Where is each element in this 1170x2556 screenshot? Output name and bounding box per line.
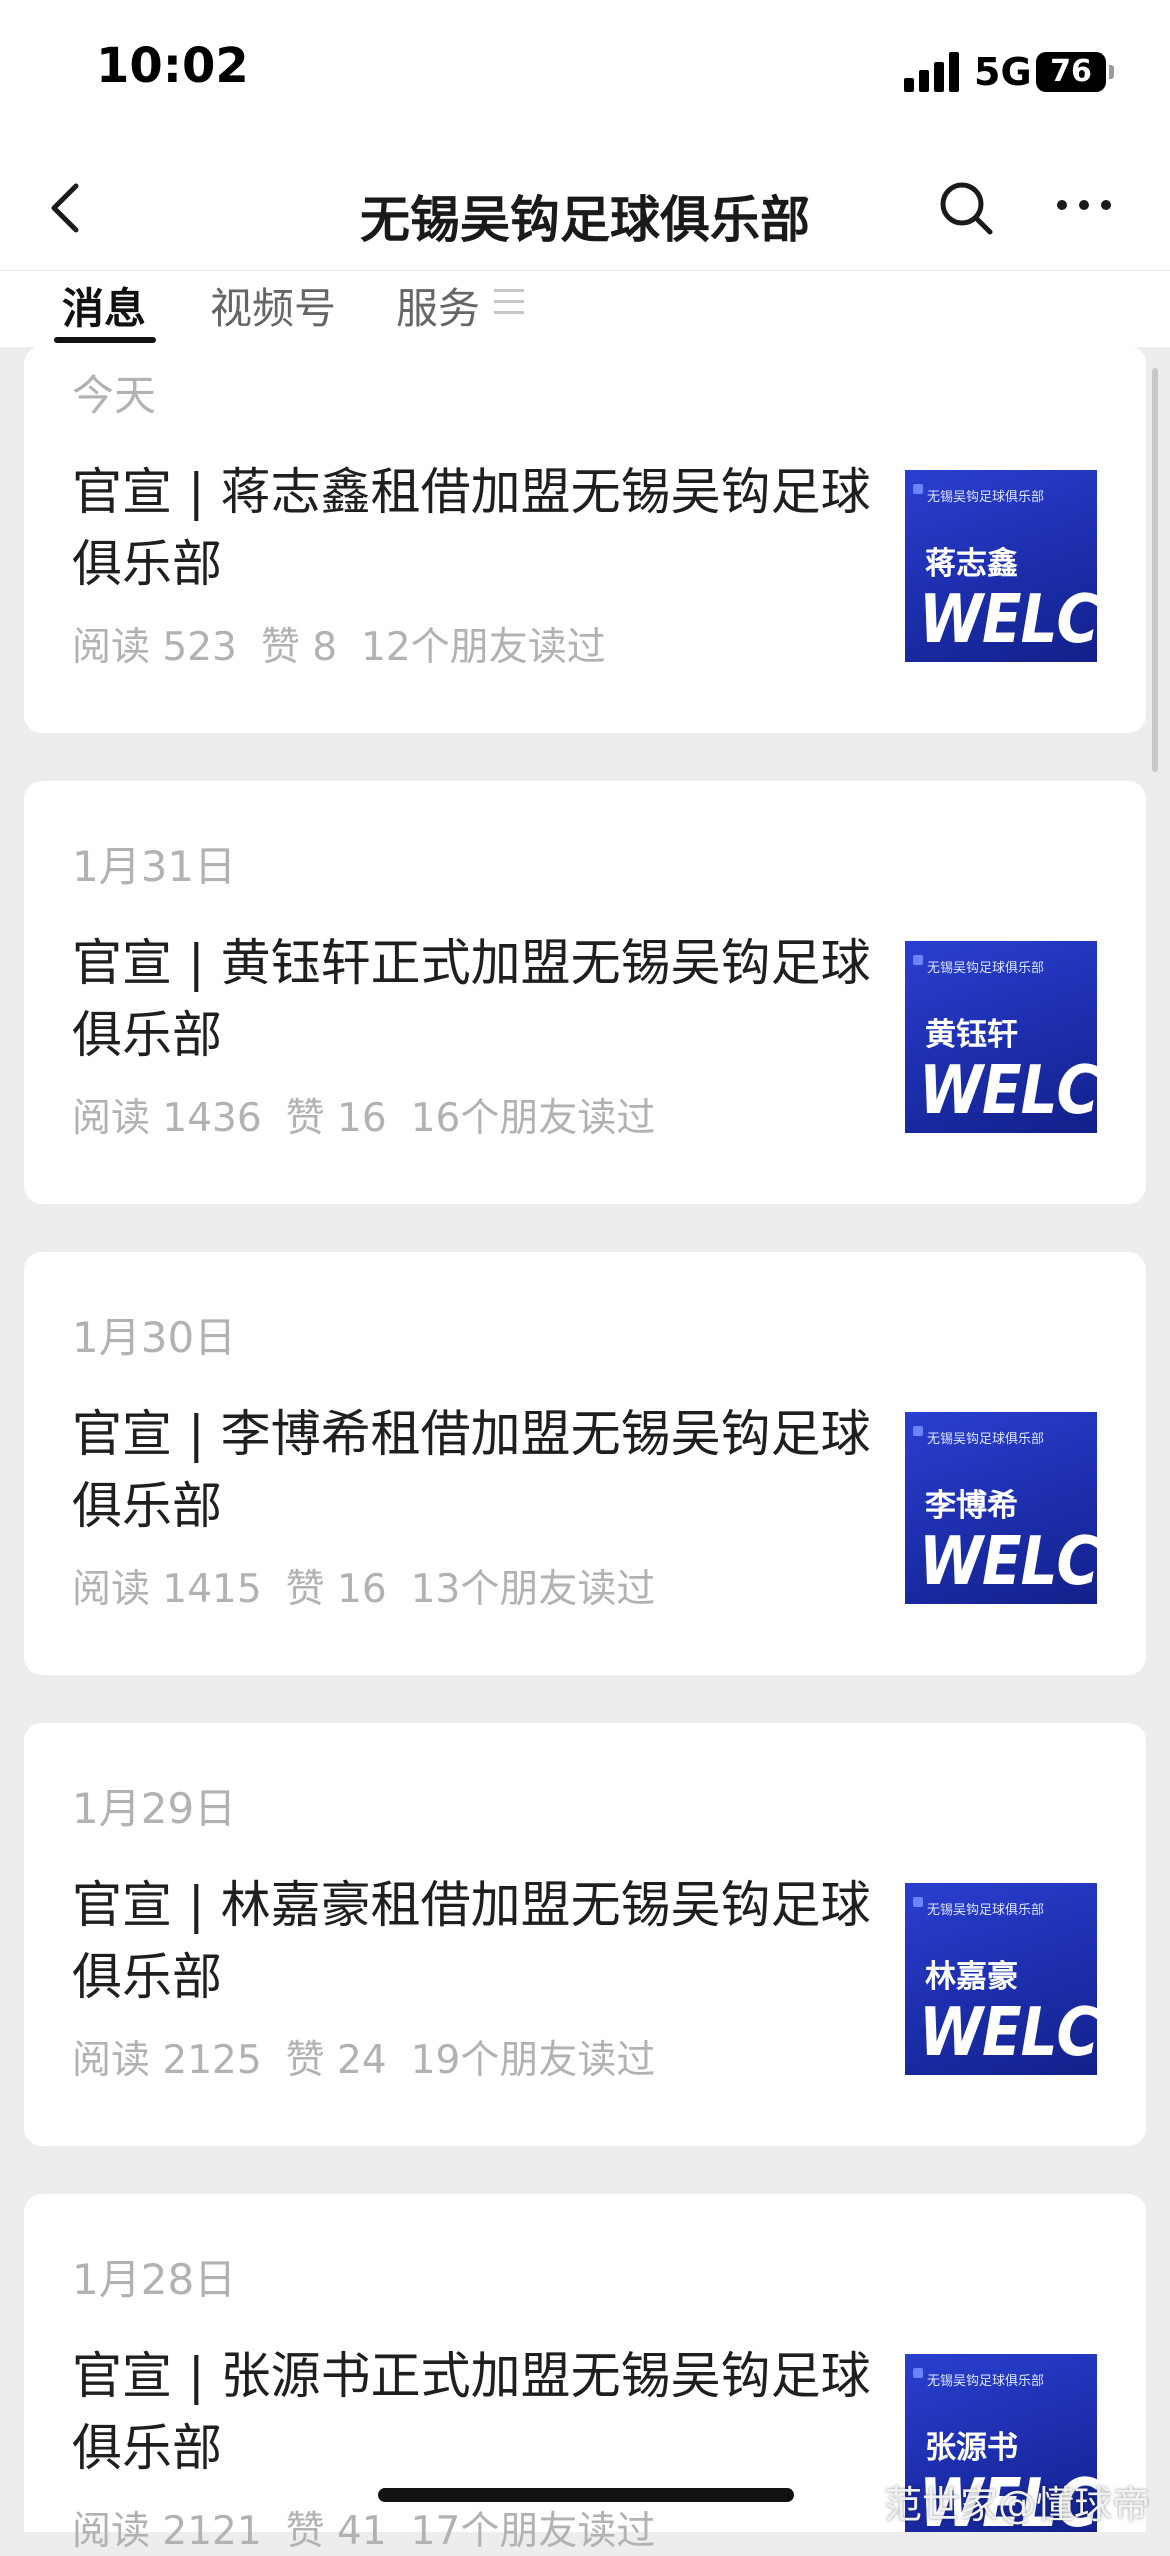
- article-title[interactable]: 官宣 | 黄钰轩正式加盟无锡吴钩足球俱乐部: [72, 927, 872, 1071]
- article-stats: 阅读 2121 赞 41 17个朋友读过: [72, 2500, 679, 2556]
- thumb-welcome-text: WELCOME: [919, 1993, 1097, 2072]
- article-card[interactable]: 1月29日 官宣 | 林嘉豪租借加盟无锡吴钩足球俱乐部 阅读 2125 赞 24 1…: [24, 1723, 1146, 2146]
- home-indicator[interactable]: [378, 2488, 794, 2502]
- scrollbar[interactable]: [1152, 368, 1158, 772]
- article-thumbnail[interactable]: 无锡吴钩足球俱乐部 李博希 WELCOME: [905, 1412, 1097, 1604]
- battery-icon: 76: [1036, 52, 1114, 92]
- article-stats: 阅读 523 赞 8 12个朋友读过: [72, 616, 630, 672]
- thumb-player-name: 林嘉豪: [925, 1959, 1018, 1995]
- article-title[interactable]: 官宣 | 林嘉豪租借加盟无锡吴钩足球俱乐部: [72, 1869, 872, 2013]
- like-count: 赞 16: [285, 1567, 387, 1612]
- article-stats: 阅读 1415 赞 16 13个朋友读过: [72, 1558, 679, 1614]
- status-bar: 10:02 5G 76: [0, 0, 1170, 150]
- read-count: 阅读 1436: [72, 1096, 262, 1141]
- thumb-player-name: 李博希: [925, 1488, 1018, 1524]
- thumb-club-name: 无锡吴钩足球俱乐部: [927, 1432, 1045, 1447]
- thumb-club-name: 无锡吴钩足球俱乐部: [927, 1903, 1045, 1918]
- thumb-club-name: 无锡吴钩足球俱乐部: [927, 961, 1045, 976]
- article-title[interactable]: 官宣 | 李博希租借加盟无锡吴钩足球俱乐部: [72, 1398, 872, 1542]
- article-title[interactable]: 官宣 | 蒋志鑫租借加盟无锡吴钩足球俱乐部: [72, 456, 872, 600]
- article-thumbnail[interactable]: 无锡吴钩足球俱乐部 林嘉豪 WELCOME: [905, 1883, 1097, 2075]
- article-stats: 阅读 1436 赞 16 16个朋友读过: [72, 1087, 679, 1143]
- network-label: 5G: [974, 50, 1032, 94]
- article-date: 1月29日: [72, 1784, 237, 1833]
- tab-services[interactable]: 服务: [396, 275, 480, 336]
- read-count: 阅读 2125: [72, 2038, 262, 2083]
- battery-level: 76: [1050, 54, 1092, 89]
- friends-read: 12个朋友读过: [361, 625, 606, 670]
- friends-read: 16个朋友读过: [410, 1096, 656, 1141]
- thumb-player-name: 黄钰轩: [925, 1017, 1018, 1053]
- friends-read: 19个朋友读过: [410, 2038, 656, 2083]
- article-card[interactable]: 1月30日 官宣 | 李博希租借加盟无锡吴钩足球俱乐部 阅读 1415 赞 16 1…: [24, 1252, 1146, 1675]
- like-count: 赞 8: [260, 625, 338, 670]
- nav-bar: 无锡吴钩足球俱乐部: [0, 150, 1170, 270]
- read-count: 阅读 523: [72, 625, 237, 670]
- article-stats: 阅读 2125 赞 24 19个朋友读过: [72, 2029, 679, 2085]
- thumb-player-name: 蒋志鑫: [925, 546, 1018, 582]
- thumb-club-name: 无锡吴钩足球俱乐部: [927, 490, 1045, 505]
- search-icon[interactable]: [934, 176, 998, 240]
- signal-icon: [904, 52, 960, 92]
- more-dots-icon[interactable]: [1054, 190, 1114, 220]
- tab-bar: 消息 视频号 服务: [0, 270, 1170, 347]
- status-time: 10:02: [96, 38, 249, 94]
- thumb-welcome-text: WELCOME: [919, 1051, 1097, 1130]
- read-count: 阅读 1415: [72, 1567, 262, 1612]
- article-card[interactable]: 今天 官宣 | 蒋志鑫租借加盟无锡吴钩足球俱乐部 阅读 523 赞 8 12个朋友读…: [24, 346, 1146, 733]
- article-thumbnail[interactable]: 无锡吴钩足球俱乐部 黄钰轩 WELCOME: [905, 941, 1097, 1133]
- article-card[interactable]: 1月31日 官宣 | 黄钰轩正式加盟无锡吴钩足球俱乐部 阅读 1436 赞 16 1…: [24, 781, 1146, 1204]
- thumb-welcome-text: WELCOME: [919, 580, 1097, 659]
- menu-lines-icon[interactable]: [494, 289, 524, 315]
- tab-messages[interactable]: 消息: [62, 275, 146, 336]
- thumb-club-name: 无锡吴钩足球俱乐部: [927, 2374, 1045, 2389]
- article-date: 1月30日: [72, 1313, 237, 1362]
- article-thumbnail[interactable]: 无锡吴钩足球俱乐部 蒋志鑫 WELCOME: [905, 470, 1097, 662]
- tab-channels[interactable]: 视频号: [210, 275, 336, 336]
- friends-read: 13个朋友读过: [410, 1567, 656, 1612]
- watermark: 范世家@懂球帝: [883, 2483, 1150, 2527]
- like-count: 赞 16: [285, 1096, 387, 1141]
- article-date: 1月31日: [72, 842, 237, 891]
- article-date: 1月28日: [72, 2255, 237, 2304]
- article-title[interactable]: 官宣 | 张源书正式加盟无锡吴钩足球俱乐部: [72, 2340, 872, 2484]
- thumb-welcome-text: WELCOME: [919, 1522, 1097, 1601]
- like-count: 赞 24: [285, 2038, 387, 2083]
- thumb-player-name: 张源书: [925, 2430, 1018, 2466]
- article-date: 今天: [72, 371, 157, 420]
- tab-active-indicator: [54, 337, 156, 343]
